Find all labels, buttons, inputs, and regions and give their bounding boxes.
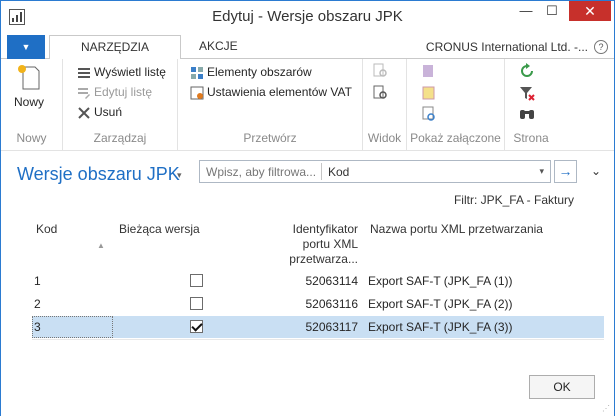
delete-x-icon xyxy=(77,106,91,120)
cell-port-name[interactable]: Export SAF-T (JPK_FA (1)) xyxy=(368,274,512,288)
ribbon-group-manage: Wyświetl listę Edytuj listę Usuń Zarządz… xyxy=(63,59,178,151)
tab-home[interactable]: NARZĘDZIA GŁÓWNE xyxy=(49,35,181,77)
cell-port-name[interactable]: Export SAF-T (JPK_FA (3)) xyxy=(368,320,512,334)
cell-port-id: 52063117 xyxy=(305,320,359,334)
view-magnify-icon[interactable] xyxy=(373,63,389,79)
filter-field-caret[interactable]: ▾ xyxy=(539,166,544,177)
column-header-xml-port-name[interactable]: Nazwa portu XML przetwarzania xyxy=(370,222,543,237)
view-list-button[interactable]: Wyświetl listę xyxy=(77,63,166,81)
page-title: Wersje obszaru JPK xyxy=(17,164,180,184)
collapse-filter-button[interactable]: ⌄ xyxy=(591,164,601,178)
table-divider xyxy=(32,339,604,340)
help-icon[interactable]: ? xyxy=(594,40,608,54)
cell-code: 1 xyxy=(34,274,41,288)
xml-port-id-line-1: Identyfikator xyxy=(292,222,358,236)
current-version-checkbox[interactable] xyxy=(190,274,203,287)
column-header-current-version[interactable]: Bieżąca wersja xyxy=(119,222,200,237)
ok-button[interactable]: OK xyxy=(529,375,595,399)
company-name[interactable]: CRONUS International Ltd. -... xyxy=(426,40,588,54)
minimize-button[interactable]: — xyxy=(515,3,537,19)
filter-field-select[interactable]: Kod xyxy=(328,165,349,179)
elements-grid-icon xyxy=(190,66,204,80)
current-version-checkbox[interactable] xyxy=(190,320,203,333)
ribbon-group-attachments: Pokaż załączone xyxy=(407,59,505,151)
ribbon-group-new: Nowy Nowy xyxy=(1,59,63,151)
area-elements-button[interactable]: Elementy obszarów xyxy=(190,63,312,81)
xml-port-id-line-3: przetwarza... xyxy=(289,252,358,266)
cell-code: 3 xyxy=(34,320,41,334)
edit-window: Edytuj - Wersje obszaru JPK — ☐ ✕ ▼ NARZ… xyxy=(0,0,615,416)
edit-list-icon xyxy=(77,86,91,100)
cell-code: 2 xyxy=(34,297,41,311)
apply-filter-button[interactable]: → xyxy=(554,160,577,183)
group-label-view: Widok xyxy=(367,131,402,145)
table-row[interactable]: 2 52063116 Export SAF-T (JPK_FA (2)) xyxy=(32,293,604,315)
ribbon-group-page: Strona xyxy=(505,59,557,151)
group-label-page: Strona xyxy=(513,131,549,145)
view-list-label: Wyświetl listę xyxy=(94,65,166,79)
edit-list-button[interactable]: Edytuj listę xyxy=(77,83,152,101)
links-icon[interactable] xyxy=(421,105,437,121)
delete-label: Usuń xyxy=(94,105,123,119)
refresh-icon[interactable] xyxy=(519,63,535,79)
filter-box: Wpisz, aby filtrowa... Kod ▾ xyxy=(199,160,551,183)
group-label-new: Nowy xyxy=(16,131,47,145)
resize-grip-icon[interactable]: ⋰ xyxy=(602,404,610,413)
cell-port-id: 52063114 xyxy=(305,274,359,288)
cell-port-id: 52063116 xyxy=(305,297,359,311)
onenote-icon[interactable] xyxy=(421,63,437,79)
active-filter-label: Filtr: JPK_FA - Faktury xyxy=(453,193,574,207)
group-label-manage: Zarządzaj xyxy=(93,131,147,145)
ribbon-group-view: Widok xyxy=(363,59,407,151)
vat-settings-icon xyxy=(190,86,204,100)
group-label-attachments: Pokaż załączone xyxy=(410,131,501,145)
column-header-code[interactable]: Kod xyxy=(36,222,57,237)
file-menu-button[interactable]: ▼ xyxy=(7,35,45,59)
ribbon-tab-bar: ▼ NARZĘDZIA GŁÓWNE AKCJE CRONUS Internat… xyxy=(1,33,614,77)
list-icon xyxy=(77,66,91,80)
find-binoculars-icon[interactable] xyxy=(519,105,535,121)
notes-icon[interactable] xyxy=(421,85,437,101)
list-page: Wersje obszaru JPK ▾ Wpisz, aby filtrowa… xyxy=(1,152,614,416)
clear-filter-icon[interactable] xyxy=(519,85,535,101)
ribbon-group-process: Elementy obszarów Ustawienia elementów V… xyxy=(178,59,363,151)
delete-button[interactable]: Usuń xyxy=(77,103,122,121)
tab-actions[interactable]: AKCJE xyxy=(191,35,246,60)
title-bar: Edytuj - Wersje obszaru JPK — ☐ ✕ xyxy=(1,1,614,33)
title-menu-caret[interactable]: ▾ xyxy=(177,170,182,181)
focused-cell-outline xyxy=(32,316,113,338)
edit-list-label: Edytuj listę xyxy=(94,85,153,99)
group-label-process: Przetwórz xyxy=(243,131,297,145)
cell-port-name[interactable]: Export SAF-T (JPK_FA (2)) xyxy=(368,297,512,311)
table-row-selected[interactable]: 3 52063117 Export SAF-T (JPK_FA (3)) xyxy=(32,316,604,338)
sort-ascending-icon: ▲ xyxy=(97,241,105,250)
filter-input[interactable]: Wpisz, aby filtrowa... xyxy=(206,165,316,179)
close-button[interactable]: ✕ xyxy=(569,1,611,21)
current-version-checkbox[interactable] xyxy=(190,297,203,310)
maximize-button[interactable]: ☐ xyxy=(541,3,563,19)
vat-settings-label: Ustawienia elementów VAT xyxy=(207,85,352,99)
column-header-xml-port-id[interactable]: Identyfikator portu XML przetwarza... xyxy=(286,222,358,267)
area-elements-label: Elementy obszarów xyxy=(207,65,312,79)
vat-settings-button[interactable]: Ustawienia elementów VAT xyxy=(190,83,352,101)
ribbon: Nowy Nowy Wyświetl listę Edytuj listę Us… xyxy=(1,59,614,151)
new-document-icon xyxy=(16,63,42,91)
table-row[interactable]: 1 52063114 Export SAF-T (JPK_FA (1)) xyxy=(32,270,604,292)
xml-port-id-line-2: portu XML xyxy=(302,237,358,251)
new-button-label: Nowy xyxy=(13,95,44,109)
filter-separator xyxy=(321,163,322,180)
new-button[interactable]: Nowy xyxy=(9,63,49,109)
view-details-icon[interactable] xyxy=(373,85,389,101)
